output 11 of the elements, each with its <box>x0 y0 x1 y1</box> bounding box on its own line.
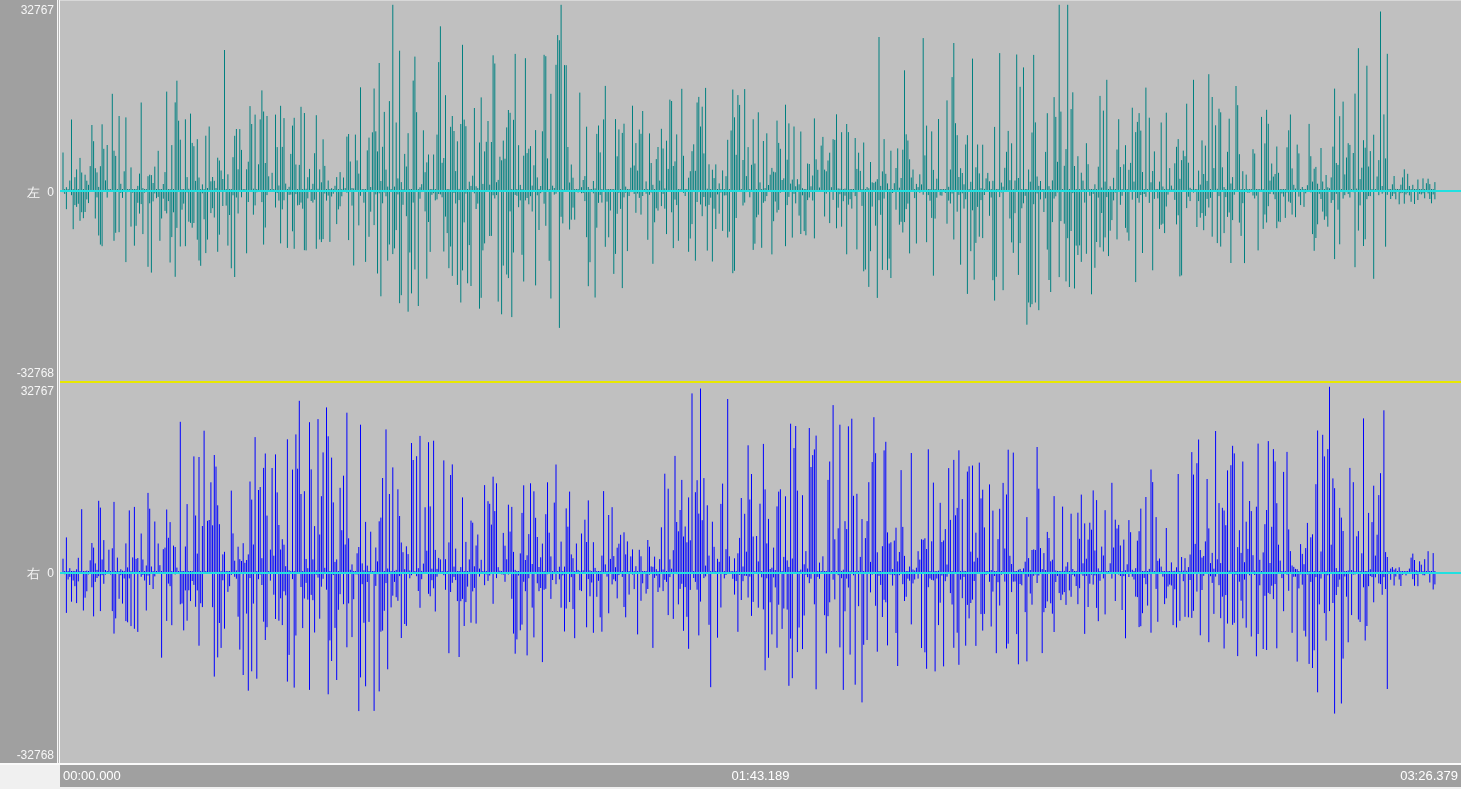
axis-max-label: 32767 <box>20 2 54 17</box>
axis-zero-label: 0 <box>47 185 54 199</box>
axis-max-label: 32767 <box>20 383 54 398</box>
time-label: 01:43.189 <box>731 767 790 786</box>
axis-zero-label: 0 <box>47 567 54 580</box>
channel-label: 左 <box>27 184 41 200</box>
channel-label: 右 <box>27 566 41 581</box>
axis-min-label: -32768 <box>16 749 54 763</box>
axis-min-label: -32768 <box>16 367 54 381</box>
time-label: 00:00.000 <box>63 767 121 786</box>
time-label: 03:26.379 <box>1400 767 1458 786</box>
